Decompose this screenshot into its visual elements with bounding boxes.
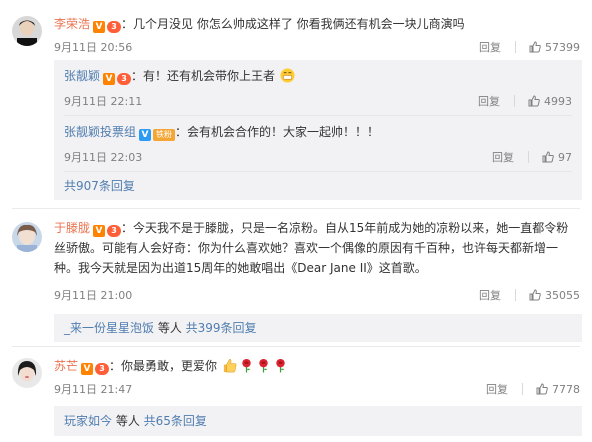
verified-icon: V [93, 21, 106, 33]
thumb-up-icon [528, 95, 540, 107]
rose-emoji [276, 358, 285, 373]
comment-text-line: ：今天我不是于滕胧，只是一名凉粉。自从15年前成为她的凉粉以来，她一直都令粉 [121, 221, 569, 235]
reply-text: ：有！还有机会带你上王者 [131, 69, 276, 83]
like-count: 97 [558, 151, 572, 164]
level-badge: 3 [107, 21, 122, 33]
verified-icon: V [93, 225, 106, 237]
thumb-up-icon [529, 41, 541, 53]
reply-box: _来一份星星泡饭 等人 共399条回复 [54, 314, 582, 342]
avatar[interactable] [12, 16, 42, 46]
reply-time: 9月11日 22:03 [64, 151, 143, 164]
grin-emoji [280, 68, 295, 83]
reply-preview-mid: 等人 [112, 414, 144, 428]
like-button[interactable]: 7778 [536, 383, 580, 396]
reply-time: 9月11日 22:11 [64, 95, 143, 108]
reply-box: 张靓颖 V 3 ：有！还有机会带你上王者 9月11日 22:11 回复 4993 张靓… [54, 60, 582, 200]
reply-author[interactable]: 张靓颖投票组 [64, 125, 136, 139]
like-count: 57399 [545, 41, 580, 54]
reply-button[interactable]: 回复 [479, 41, 501, 54]
thumb-up-icon [536, 383, 548, 395]
comment-time: 9月11日 20:56 [54, 41, 133, 54]
view-more-replies[interactable]: 共65条回复 [144, 414, 207, 428]
sub-reply: 张靓颖投票组 V 铁粉 ：会有机会合作的！大家一起帅！！！ 9月11日 22:03 回… [64, 122, 582, 164]
divider [64, 115, 572, 116]
verified-icon: V [139, 129, 152, 141]
reply-preview-author[interactable]: _来一份星星泡饭 [64, 321, 154, 335]
reply-button[interactable]: 回复 [478, 95, 500, 108]
reply-preview-mid: 等人 [154, 321, 186, 335]
like-count: 7778 [552, 383, 580, 396]
like-button[interactable]: 35055 [529, 289, 580, 302]
reply-button[interactable]: 回复 [492, 151, 514, 164]
divider [514, 289, 516, 301]
level-badge: 3 [95, 363, 110, 375]
view-more-replies[interactable]: 共907条回复 [64, 179, 135, 193]
comment-time: 9月11日 21:00 [54, 289, 133, 302]
rose-emoji [259, 358, 268, 373]
divider [527, 151, 529, 163]
like-count: 35055 [545, 289, 580, 302]
reply-author[interactable]: 张靓颖 [64, 69, 100, 83]
divider [513, 95, 515, 107]
comment-author[interactable]: 李荣浩 [54, 17, 90, 31]
reply-box: 玩家如今 等人 共65条回复 [54, 406, 582, 436]
comment-divider [12, 208, 580, 209]
comment-author[interactable]: 苏芒 [54, 359, 78, 373]
thumb-up-icon [542, 151, 554, 163]
reply-button[interactable]: 回复 [486, 383, 508, 396]
like-button[interactable]: 97 [542, 151, 572, 164]
comment-text-line: 丝骄傲。可能有人会好奇：你为什么喜欢她？喜欢一个偶像的原因有千百种，也许每天都新… [54, 241, 559, 255]
level-badge: 3 [107, 225, 122, 237]
verified-icon: V [81, 363, 94, 375]
reply-text: ：会有机会合作的！大家一起帅！！！ [175, 125, 380, 139]
comment-author[interactable]: 于滕胧 [54, 221, 90, 235]
divider [521, 383, 523, 395]
avatar[interactable] [12, 222, 42, 252]
divider [64, 171, 572, 172]
comment-text: ：你最勇敢，更爱你 [109, 359, 218, 373]
comment-divider [12, 346, 580, 347]
reply-button[interactable]: 回复 [479, 289, 501, 302]
comment-text: ：几个月没见 你怎么帅成这样了 你看我俩还有机会一块儿商演吗 [121, 17, 465, 31]
divider [514, 41, 516, 53]
thumb-up-icon [529, 289, 541, 301]
comment-text-line: 种。我今天就是因为出道15周年的她敢唱出《Dear Jane II》这首歌。 [54, 261, 427, 275]
view-more-replies[interactable]: 共399条回复 [186, 321, 257, 335]
like-count: 4993 [544, 95, 572, 108]
thumbs-up-emoji [223, 359, 237, 373]
avatar[interactable] [12, 358, 42, 388]
level-badge: 3 [117, 73, 132, 85]
verified-icon: V [103, 73, 116, 85]
sub-reply: 张靓颖 V 3 ：有！还有机会带你上王者 9月11日 22:11 回复 4993 [64, 66, 582, 108]
reply-preview-author[interactable]: 玩家如今 [64, 414, 112, 428]
comment-time: 9月11日 21:47 [54, 383, 133, 396]
fan-badge: 铁粉 [153, 129, 176, 141]
like-button[interactable]: 57399 [529, 41, 580, 54]
like-button[interactable]: 4993 [528, 95, 572, 108]
rose-emoji [242, 358, 251, 373]
